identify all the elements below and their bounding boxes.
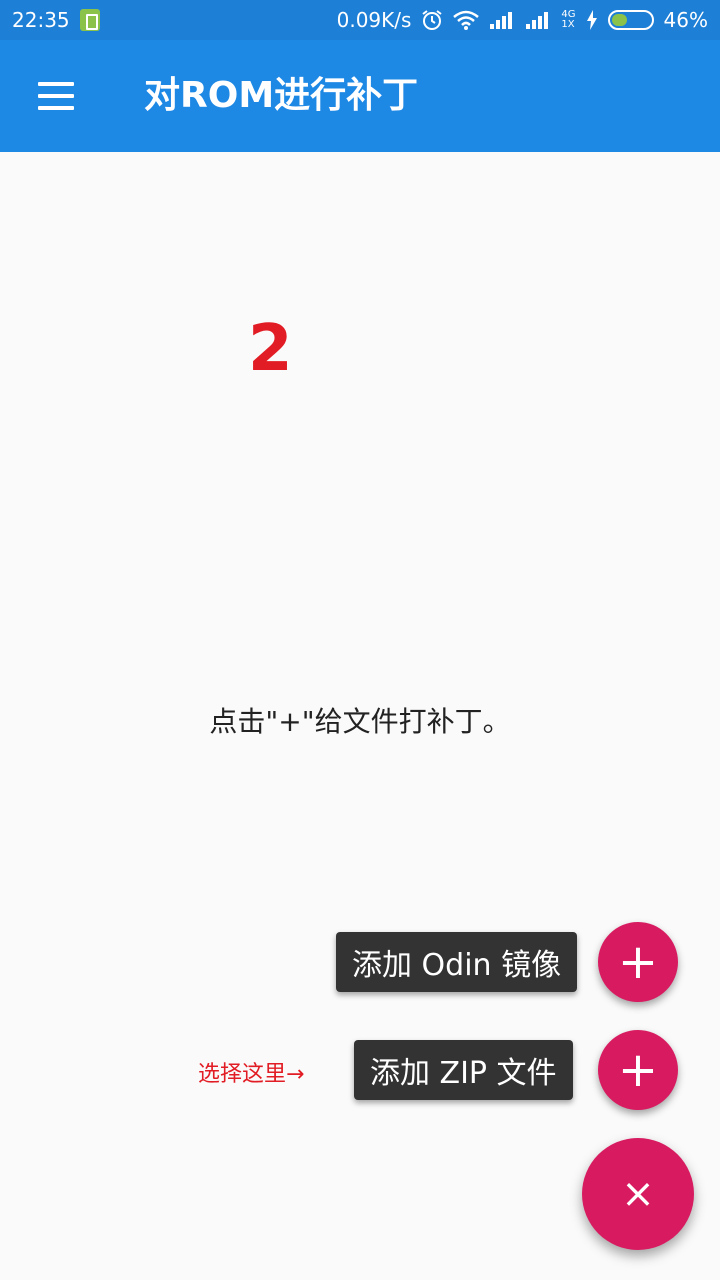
- add-zip-file-label[interactable]: 添加 ZIP 文件: [354, 1040, 573, 1100]
- battery-fill: [611, 14, 627, 26]
- wifi-icon: [453, 10, 480, 30]
- status-left: 22:35: [12, 8, 100, 32]
- network-type: 4G 1X: [561, 10, 575, 30]
- close-fab-button[interactable]: ×: [582, 1138, 694, 1250]
- menu-icon[interactable]: [36, 78, 76, 114]
- signal-2-icon: [525, 10, 551, 30]
- close-icon: ×: [621, 1171, 655, 1217]
- plus-icon: +: [617, 1042, 659, 1098]
- add-odin-image-button[interactable]: +: [598, 922, 678, 1002]
- menu-line: [38, 106, 74, 110]
- net-speed: 0.09K/s: [336, 8, 412, 32]
- battery-percent: 46%: [663, 8, 708, 32]
- charging-icon: [586, 10, 598, 30]
- battery-notification-icon: [79, 9, 100, 31]
- select-here-annotation: 选择这里→: [198, 1062, 305, 1087]
- battery-icon: [607, 10, 654, 30]
- status-right: 0.09K/s 4G 1X 46%: [337, 8, 708, 32]
- plus-icon: +: [617, 934, 659, 990]
- add-odin-image-label[interactable]: 添加 Odin 镜像: [336, 932, 578, 992]
- signal-icon: [489, 10, 515, 30]
- empty-state-hint: 点击"+"给文件打补丁。: [209, 705, 511, 738]
- step-number-annotation: 2: [248, 312, 293, 386]
- menu-line: [38, 82, 74, 86]
- page-title: 对ROM进行补丁: [144, 75, 419, 116]
- status-time: 22:35: [12, 8, 70, 32]
- network-type-bottom: 1X: [561, 19, 575, 30]
- menu-line: [38, 94, 74, 98]
- app-bar: 对ROM进行补丁: [0, 40, 720, 152]
- add-zip-file-button[interactable]: +: [598, 1030, 678, 1110]
- alarm-icon: [421, 9, 443, 31]
- status-bar: 22:35 0.09K/s 4G 1X 46%: [0, 0, 720, 40]
